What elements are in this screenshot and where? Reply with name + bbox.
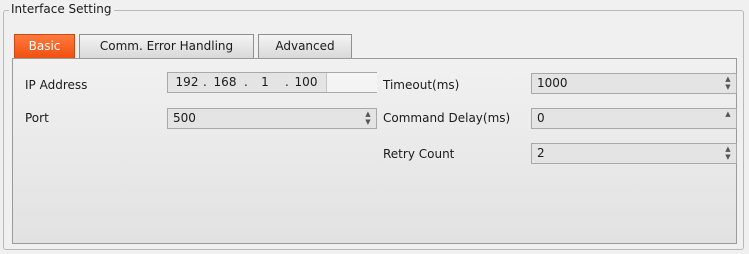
ip-octet-1[interactable]: 192	[173, 73, 201, 92]
tab-basic[interactable]: Basic	[14, 34, 75, 58]
spin-down-icon[interactable]: ▼	[724, 83, 732, 91]
retry-count-label: Retry Count	[383, 147, 455, 161]
spin-up-icon[interactable]: ▲	[364, 110, 372, 118]
port-label: Port	[25, 111, 49, 125]
command-delay-label: Command Delay(ms)	[383, 111, 511, 125]
timeout-value: 1000	[537, 76, 568, 90]
tab-comm-error-handling[interactable]: Comm. Error Handling	[79, 34, 254, 58]
retry-count-spin-buttons[interactable]: ▲ ▼	[724, 145, 732, 162]
retry-count-value: 2	[537, 146, 545, 160]
command-delay-spin-buttons[interactable]: ▲	[724, 110, 732, 127]
spin-up-icon[interactable]: ▲	[724, 110, 732, 118]
ip-dot-3: .	[285, 75, 289, 89]
tab-advanced[interactable]: Advanced	[258, 34, 352, 58]
timeout-label: Timeout(ms)	[383, 78, 460, 92]
timeout-spinbox[interactable]: 1000 ▲ ▼	[531, 73, 737, 94]
group-title: Interface Setting	[9, 2, 114, 16]
spin-up-icon[interactable]: ▲	[724, 145, 732, 153]
spin-up-icon[interactable]: ▲	[724, 75, 732, 83]
ip-octet-2[interactable]: 168	[209, 73, 241, 92]
ip-address-field[interactable]: 192 . 168 . 1 . 100	[167, 72, 377, 93]
port-value: 500	[173, 111, 196, 125]
command-delay-spinbox[interactable]: 0 ▲	[531, 108, 737, 129]
ip-dot-1: .	[203, 75, 207, 89]
timeout-spin-buttons[interactable]: ▲ ▼	[724, 75, 732, 92]
ip-address-label: IP Address	[25, 78, 88, 92]
port-spin-buttons[interactable]: ▲ ▼	[364, 110, 372, 127]
ip-field-end	[326, 73, 377, 92]
command-delay-value: 0	[537, 111, 545, 125]
ip-octet-3[interactable]: 1	[250, 73, 280, 92]
ip-dot-2: .	[244, 75, 248, 89]
port-spinbox[interactable]: 500 ▲ ▼	[167, 108, 377, 129]
spin-down-icon[interactable]: ▼	[724, 153, 732, 161]
ip-octet-4[interactable]: 100	[290, 73, 322, 92]
retry-count-spinbox[interactable]: 2 ▲ ▼	[531, 143, 737, 164]
spin-down-icon[interactable]: ▼	[364, 118, 372, 126]
